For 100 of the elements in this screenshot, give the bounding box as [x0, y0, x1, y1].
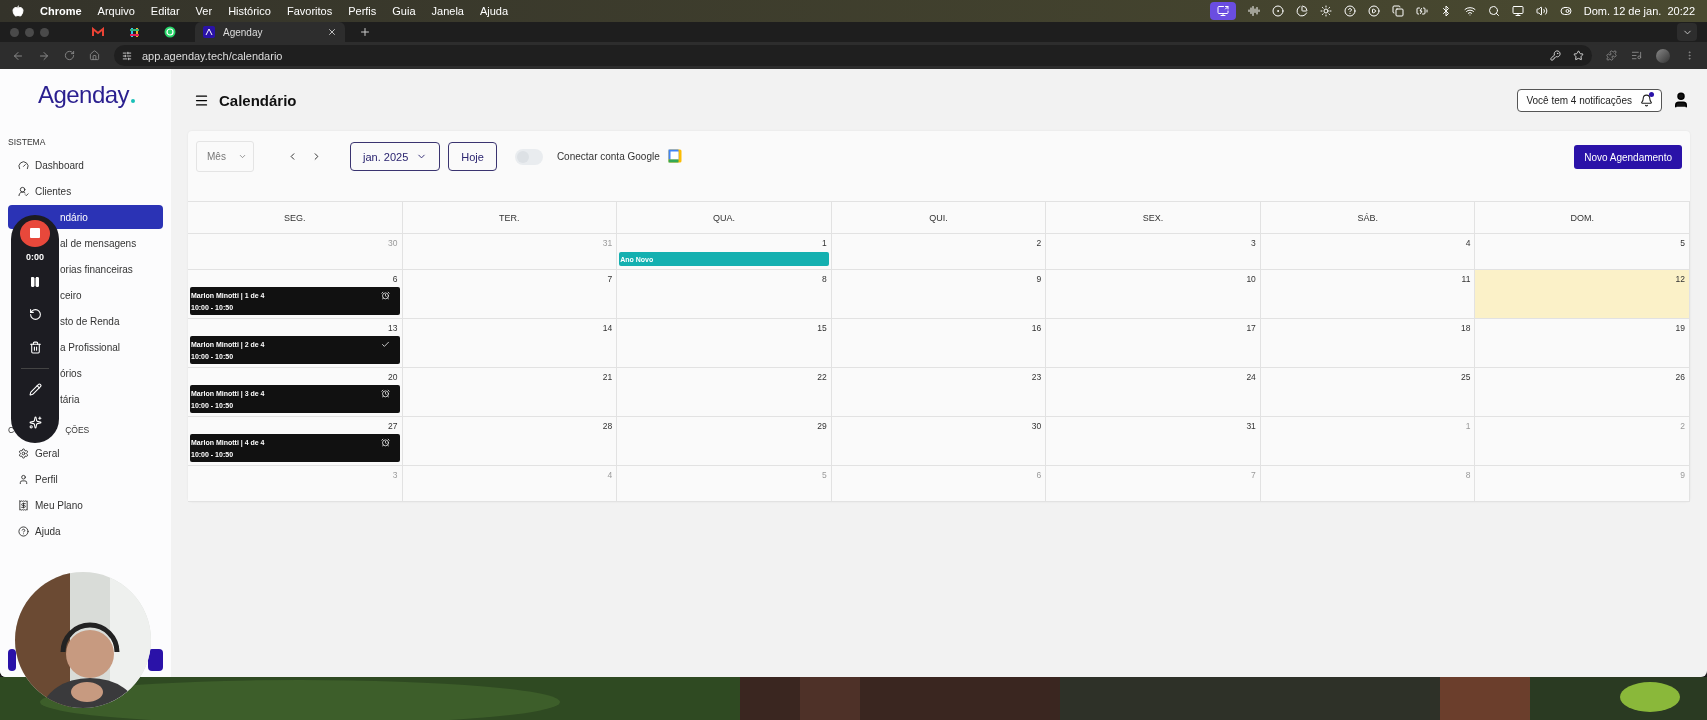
copy-icon[interactable]: [1391, 5, 1404, 17]
day-cell[interactable]: 8: [617, 270, 832, 319]
window-zoom-dot[interactable]: [40, 27, 49, 37]
day-cell[interactable]: 21: [402, 368, 618, 417]
menu-item[interactable]: Perfis: [348, 5, 377, 17]
day-cell[interactable]: 16: [831, 319, 1047, 368]
menu-item[interactable]: Arquivo: [97, 5, 135, 17]
day-cell[interactable]: 22: [617, 368, 832, 417]
view-select[interactable]: Mês: [196, 141, 254, 172]
sidebar-item[interactable]: a Profissional: [8, 335, 163, 359]
back-icon[interactable]: [12, 49, 24, 62]
day-number: 28: [602, 420, 614, 433]
day-cell[interactable]: 7: [402, 270, 618, 319]
sidebar-item[interactable]: Perfil: [8, 467, 163, 491]
day-cell[interactable]: 11: [1260, 270, 1476, 319]
menu-item[interactable]: Chrome: [40, 5, 82, 17]
sidebar-item[interactable]: tária: [8, 387, 163, 411]
month-picker[interactable]: jan. 2025: [350, 142, 441, 171]
day-cell[interactable]: 19: [1475, 319, 1690, 368]
help-icon[interactable]: [1343, 5, 1356, 17]
sidebar-item[interactable]: Meu Plano: [8, 493, 163, 517]
hash-icon[interactable]: [128, 26, 140, 38]
clock[interactable]: Dom. 12 de jan. 20:22: [1583, 5, 1695, 17]
profile-avatar[interactable]: [1656, 48, 1670, 63]
circle-dot-icon[interactable]: [1271, 5, 1284, 17]
today-button[interactable]: Hoje: [448, 142, 497, 171]
menu-item[interactable]: Favoritos: [286, 5, 333, 17]
google-toggle[interactable]: [514, 149, 543, 165]
sidebar-item[interactable]: Clientes: [8, 179, 163, 203]
menu-item[interactable]: Histórico: [228, 5, 271, 17]
stop-button[interactable]: [20, 220, 50, 247]
pie-chart-icon[interactable]: [1295, 5, 1308, 17]
menu-item[interactable]: Guia: [392, 5, 416, 17]
tab-list-button[interactable]: [1677, 23, 1697, 41]
new-appointment-button[interactable]: Novo Agendamento: [1574, 145, 1682, 169]
home-icon[interactable]: [89, 50, 100, 61]
day-cell[interactable]: 31: [1046, 417, 1261, 466]
day-number: 1: [821, 237, 828, 250]
monitor-icon[interactable]: [1511, 5, 1524, 17]
day-cell[interactable]: 3: [1046, 234, 1261, 270]
sidebar-item[interactable]: Geral: [8, 441, 163, 465]
site-settings-icon[interactable]: [122, 50, 132, 61]
sidebar-item[interactable]: Ajuda: [8, 519, 163, 543]
browser-tab[interactable]: Agenday: [195, 22, 345, 42]
day-cell[interactable]: 2: [831, 234, 1047, 270]
day-cell[interactable]: 14: [402, 319, 618, 368]
mail-icon[interactable]: [92, 27, 104, 37]
sidebar-item[interactable]: sto de Renda: [8, 309, 163, 333]
menu-item[interactable]: Ver: [195, 5, 213, 17]
day-cell[interactable]: 15: [617, 319, 832, 368]
menu-item[interactable]: Ajuda: [479, 5, 509, 17]
day-cell[interactable]: 26: [1475, 368, 1690, 417]
star-icon[interactable]: [1573, 50, 1584, 61]
puzzle-icon[interactable]: [1606, 50, 1617, 61]
day-number: 23: [1031, 371, 1043, 384]
play-icon[interactable]: [1367, 5, 1380, 17]
key-icon[interactable]: [1550, 50, 1561, 61]
day-cell[interactable]: 4: [1260, 234, 1476, 270]
search-icon[interactable]: [1487, 5, 1500, 17]
chat-bubble-icon[interactable]: [164, 26, 176, 38]
help-icon: [18, 525, 29, 537]
screen-share-icon[interactable]: [1209, 2, 1236, 20]
day-cell[interactable]: 29: [617, 417, 832, 466]
sidebar-item[interactable]: ndário: [8, 205, 163, 229]
sidebar-item[interactable]: órios: [8, 361, 163, 385]
day-cell[interactable]: 5: [1475, 234, 1690, 270]
sidebar-button-edge[interactable]: [8, 649, 16, 671]
sidebar-button-edge[interactable]: [148, 649, 163, 671]
notifications-button[interactable]: Você tem 4 notificações: [1517, 88, 1662, 112]
day-cell[interactable]: 28: [402, 417, 618, 466]
day-cell[interactable]: 24: [1046, 368, 1261, 417]
volume-icon[interactable]: [1535, 5, 1548, 17]
list-icon[interactable]: [1631, 50, 1642, 61]
address-field[interactable]: app.agenday.tech/calendario: [114, 45, 1592, 66]
reload-icon[interactable]: [64, 50, 75, 61]
apple-icon[interactable]: [12, 5, 24, 17]
audio-lines-icon[interactable]: [1247, 5, 1260, 17]
battery-icon[interactable]: [1415, 5, 1428, 17]
menu-item[interactable]: Janela: [431, 5, 464, 17]
close-icon[interactable]: [327, 27, 337, 37]
day-cell[interactable]: 25: [1260, 368, 1476, 417]
day-cell[interactable]: 30: [831, 417, 1047, 466]
day-cell[interactable]: 18: [1260, 319, 1476, 368]
day-cell[interactable]: 23: [831, 368, 1047, 417]
day-cell[interactable]: 10: [1046, 270, 1261, 319]
window-close-dot[interactable]: [10, 27, 19, 37]
day-cell[interactable]: 9: [831, 270, 1047, 319]
toggle-icon[interactable]: [1559, 5, 1572, 17]
new-tab-icon[interactable]: [359, 26, 371, 38]
menu-item[interactable]: Editar: [150, 5, 180, 17]
sidebar-item[interactable]: Dashboard: [8, 153, 163, 177]
window-minimize-dot[interactable]: [25, 27, 34, 37]
sidebar-item[interactable]: ceiro: [8, 283, 163, 307]
sun-icon[interactable]: [1319, 5, 1332, 17]
user-icon[interactable]: [1672, 91, 1690, 109]
menu-icon[interactable]: [194, 92, 209, 108]
day-cell[interactable]: 12: [1475, 270, 1690, 319]
wifi-icon[interactable]: [1463, 5, 1476, 17]
day-number: 8: [1465, 469, 1472, 482]
day-cell[interactable]: 17: [1046, 319, 1261, 368]
